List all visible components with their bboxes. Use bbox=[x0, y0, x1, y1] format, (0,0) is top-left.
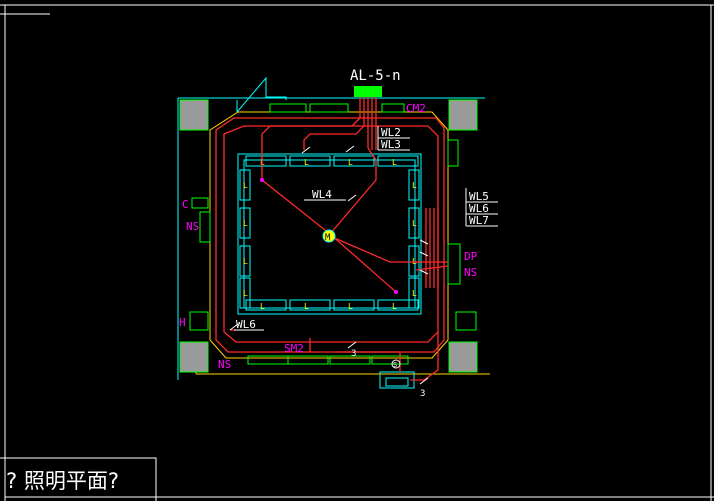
light-fixture-bottom-0-label: L bbox=[260, 302, 265, 311]
circuit-label-wl6-left: WL6 bbox=[236, 318, 256, 331]
column-bottom-right bbox=[448, 341, 478, 373]
tag-h: H bbox=[179, 316, 186, 329]
light-fixture-top-0 bbox=[245, 155, 287, 167]
center-fixture: M bbox=[322, 229, 336, 243]
tag-ns-left: NS bbox=[186, 220, 199, 233]
light-fixture-bottom-3-label: L bbox=[392, 302, 397, 311]
light-fixture-top-2-label: L bbox=[348, 158, 353, 167]
light-fixture-right-3-label: L bbox=[412, 289, 417, 298]
building-outline bbox=[195, 111, 490, 375]
light-fixture-top-2 bbox=[333, 155, 375, 167]
tag-ns-bottom: NS bbox=[218, 358, 231, 371]
light-fixture-bottom-1-label: L bbox=[304, 302, 309, 311]
bottom-fixture-label: S bbox=[393, 361, 397, 369]
title-block: ? 照明平面? bbox=[0, 457, 157, 501]
column-top-right bbox=[448, 99, 478, 131]
column-bottom-left bbox=[179, 341, 209, 373]
center-fixture-label: M bbox=[325, 233, 331, 243]
light-fixture-right-0-label: L bbox=[412, 181, 417, 190]
drawing-title: ? 照明平面? bbox=[6, 469, 119, 493]
circuit-label-wl3: WL3 bbox=[381, 138, 401, 151]
count-label-b: 3 bbox=[420, 389, 425, 399]
light-fixture-left-1-label: L bbox=[243, 219, 248, 228]
panel-al-5-n bbox=[354, 86, 382, 97]
light-fixture-left-3-label: L bbox=[243, 289, 248, 298]
center-lamp-dot bbox=[394, 290, 398, 294]
light-fixture-top-3 bbox=[377, 155, 419, 167]
light-fixture-top-1-label: L bbox=[304, 158, 309, 167]
light-fixture-left-2-label: L bbox=[243, 257, 248, 266]
equipment-outlines bbox=[189, 103, 477, 389]
lighting-floor-plan: L L L LL L L LLLLLLLLL AL-5-n WL2 WL3 WL… bbox=[0, 4, 714, 501]
panel-label: AL-5-n bbox=[350, 68, 401, 84]
column-top-left bbox=[179, 99, 209, 131]
circuit-label-wl7: WL7 bbox=[469, 214, 489, 227]
light-fixture-bottom-2-label: L bbox=[348, 302, 353, 311]
tick-marks bbox=[229, 145, 429, 385]
light-fixture-top-3-label: L bbox=[392, 158, 397, 167]
circuit-label-wl4: WL4 bbox=[312, 188, 332, 201]
tag-ns-right: NS bbox=[464, 266, 477, 279]
tag-dp: DP bbox=[464, 250, 478, 263]
tag-c: C bbox=[182, 198, 189, 211]
count-label-a: 3 bbox=[351, 349, 356, 359]
tag-sm2: SM2 bbox=[284, 342, 304, 355]
light-fixture-left-0-label: L bbox=[243, 181, 248, 190]
tag-cm2: CM2 bbox=[406, 102, 426, 115]
light-fixture-top-1 bbox=[289, 155, 331, 167]
junction-dot bbox=[260, 178, 264, 182]
light-fixture-right-1-label: L bbox=[412, 219, 417, 228]
